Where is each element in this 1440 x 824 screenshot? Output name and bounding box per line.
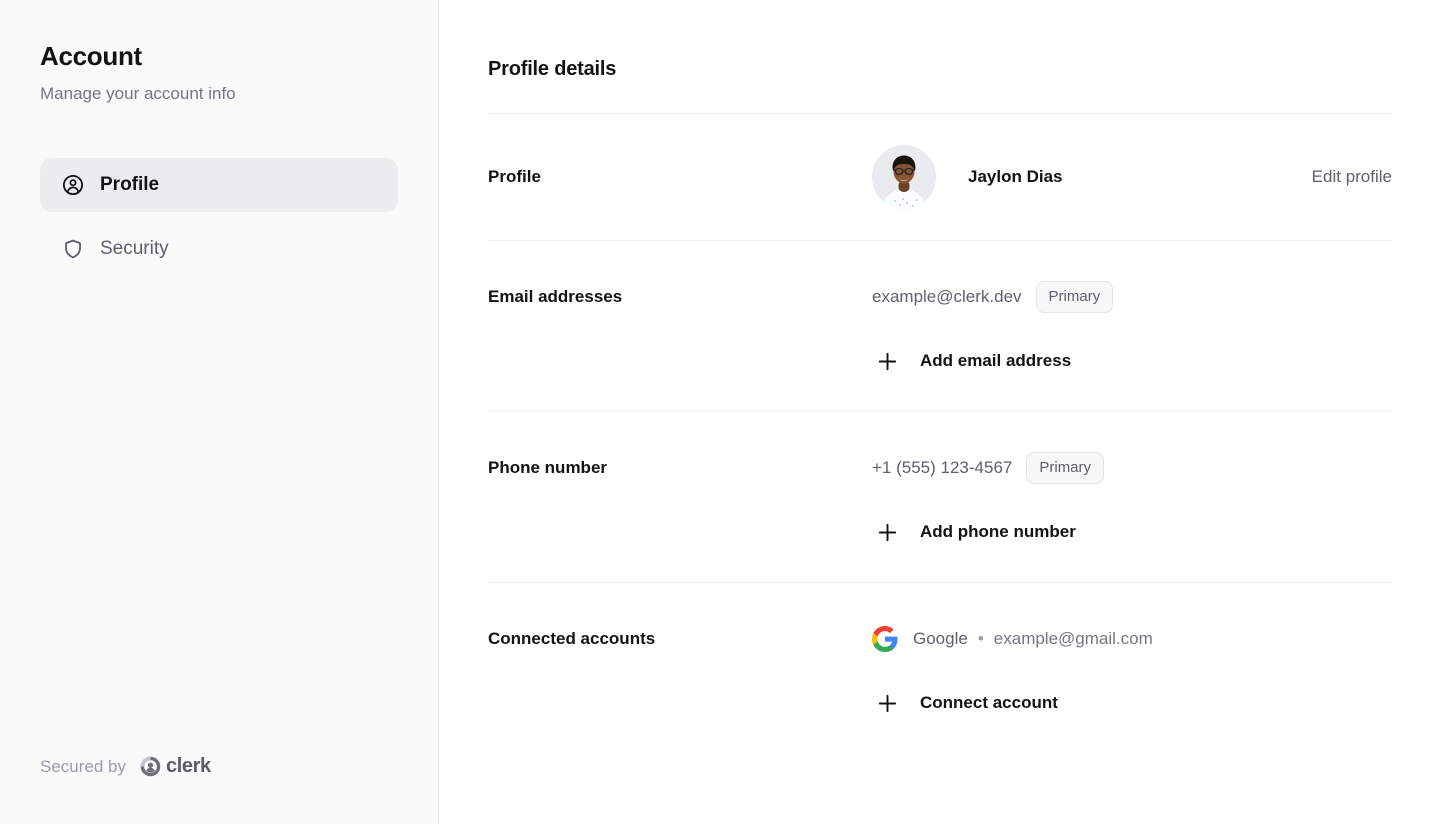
plus-icon xyxy=(878,694,897,713)
sidebar-item-label: Profile xyxy=(100,174,159,196)
phone-row-value: +1 (555) 123-4567 Primary Add phone numb… xyxy=(872,450,1392,550)
phone-row-label: Phone number xyxy=(488,450,872,550)
profile-row: Profile xyxy=(488,114,1392,240)
email-entry: example@clerk.dev Primary xyxy=(872,279,1392,315)
add-email-label: Add email address xyxy=(920,351,1071,371)
profile-row-label: Profile xyxy=(488,145,872,209)
shield-icon xyxy=(62,238,84,260)
sidebar-item-label: Security xyxy=(100,238,169,260)
add-phone-button[interactable]: Add phone number xyxy=(872,514,1076,550)
connected-row-value: Google • example@gmail.com Connect accou… xyxy=(872,621,1392,721)
connected-account-email: example@gmail.com xyxy=(994,629,1153,649)
clerk-wordmark: clerk xyxy=(166,755,211,778)
connect-account-label: Connect account xyxy=(920,693,1058,713)
provider-name: Google xyxy=(913,629,968,649)
connect-account-button[interactable]: Connect account xyxy=(872,685,1058,721)
clerk-logo-icon xyxy=(140,756,161,777)
primary-badge: Primary xyxy=(1026,452,1104,484)
add-email-button[interactable]: Add email address xyxy=(872,343,1071,379)
add-phone-label: Add phone number xyxy=(920,522,1076,542)
email-address: example@clerk.dev xyxy=(872,287,1022,307)
user-full-name: Jaylon Dias xyxy=(968,167,1063,187)
secured-by-clerk[interactable]: Secured by clerk xyxy=(40,755,398,778)
plus-icon xyxy=(878,523,897,542)
edit-profile-button[interactable]: Edit profile xyxy=(1312,167,1392,187)
google-g-icon xyxy=(872,626,898,652)
primary-badge: Primary xyxy=(1036,281,1114,313)
sidebar-item-profile[interactable]: Profile xyxy=(40,158,398,212)
sidebar-nav: Profile Security xyxy=(40,158,398,276)
page-title: Account xyxy=(40,40,398,72)
email-row-value: example@clerk.dev Primary Add email addr… xyxy=(872,279,1392,379)
connected-account-entry: Google • example@gmail.com xyxy=(872,621,1392,657)
phone-number-row: Phone number +1 (555) 123-4567 Primary A… xyxy=(488,412,1392,582)
user-circle-icon xyxy=(62,174,84,196)
secured-by-text: Secured by xyxy=(40,757,126,777)
section-title: Profile details xyxy=(488,57,1392,81)
account-window: Account Manage your account info Profile xyxy=(0,0,1440,824)
profile-row-value: Jaylon Dias Edit profile xyxy=(872,145,1392,209)
profile-details-panel: Profile details Profile xyxy=(439,0,1440,824)
phone-entry: +1 (555) 123-4567 Primary xyxy=(872,450,1392,486)
bullet-separator: • xyxy=(978,629,984,649)
plus-icon xyxy=(878,352,897,371)
email-addresses-row: Email addresses example@clerk.dev Primar… xyxy=(488,241,1392,411)
connected-row-label: Connected accounts xyxy=(488,621,872,721)
sidebar-item-security[interactable]: Security xyxy=(40,222,398,276)
page-subtitle: Manage your account info xyxy=(40,82,398,106)
sidebar: Account Manage your account info Profile xyxy=(0,0,439,824)
avatar xyxy=(872,145,936,209)
connected-accounts-row: Connected accounts Google • example@gmai… xyxy=(488,583,1392,753)
phone-number: +1 (555) 123-4567 xyxy=(872,458,1012,478)
email-row-label: Email addresses xyxy=(488,279,872,379)
